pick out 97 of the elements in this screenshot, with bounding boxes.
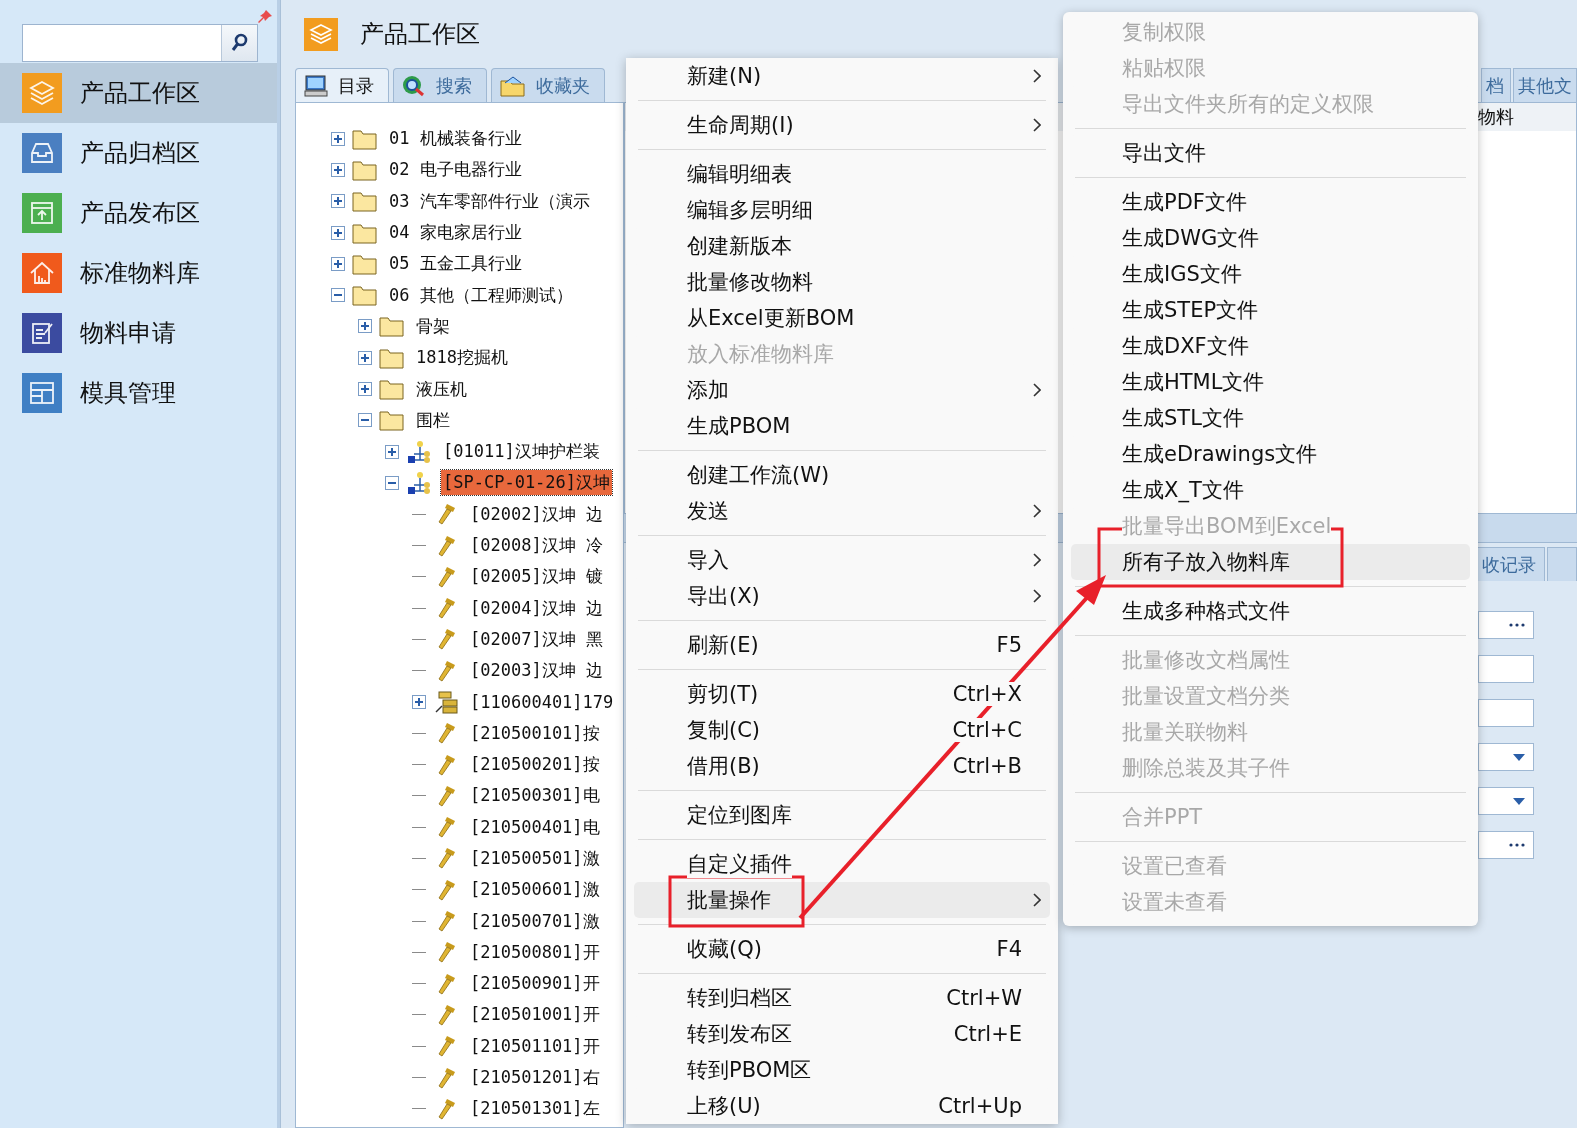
tree-item[interactable]: [210500101]按: [468, 720, 602, 746]
folder-icon: [379, 346, 405, 369]
tree-item[interactable]: 骨架: [414, 313, 452, 339]
tree-item[interactable]: 液压机: [414, 376, 469, 402]
tree-item[interactable]: [210501201]右: [468, 1065, 602, 1091]
nav-icon: [22, 373, 62, 413]
tab[interactable]: 目录: [295, 68, 389, 102]
tree-item[interactable]: [01011]汉坤护栏装: [441, 439, 602, 465]
tree-item[interactable]: 06 其他（工程师测试）: [387, 282, 575, 308]
menu-item[interactable]: 批量操作: [634, 882, 1050, 918]
nav-icon: [22, 133, 62, 173]
search-field[interactable]: [22, 24, 258, 62]
tree-item[interactable]: [210500701]激: [468, 908, 602, 934]
tree-item[interactable]: 03 汽车零部件行业（演示: [387, 188, 592, 214]
expander-icon[interactable]: [331, 256, 345, 271]
folder-icon: [379, 315, 405, 338]
search-button[interactable]: [221, 25, 257, 61]
globe-search-icon: [402, 74, 426, 97]
input-field[interactable]: [1478, 655, 1534, 683]
ellipsis-icon[interactable]: [1509, 623, 1525, 627]
tree-item[interactable]: [110600401]179: [468, 691, 616, 713]
folder-icon: [352, 221, 378, 244]
tree-item[interactable]: [02004]汉坤 边: [468, 595, 605, 621]
expander-icon[interactable]: [331, 288, 345, 303]
tree-item[interactable]: [210500301]电: [468, 783, 602, 809]
expander-icon[interactable]: [385, 444, 399, 459]
expander-icon[interactable]: [331, 131, 345, 146]
assembly-icon: [406, 470, 432, 495]
folder-icon: [500, 74, 526, 97]
assembly-icon: [406, 439, 432, 464]
tree-item[interactable]: 02 电子电器行业: [387, 157, 524, 183]
search-icon: [230, 33, 249, 53]
tree-item[interactable]: [02005]汉坤 镀: [468, 564, 605, 590]
nav-icon: [22, 73, 62, 113]
tree-item[interactable]: [210501101]开: [468, 1033, 602, 1059]
computer-icon: [304, 74, 328, 97]
ellipsis-icon[interactable]: [1509, 843, 1525, 847]
tree-item[interactable]: 围栏: [414, 407, 452, 433]
tree-item[interactable]: [210500601]激: [468, 877, 602, 903]
tree-item[interactable]: [02002]汉坤 边: [468, 501, 605, 527]
menu-item[interactable]: 所有子放入物料库: [1071, 544, 1470, 580]
tree-item[interactable]: [210500201]按: [468, 752, 602, 778]
tree-item[interactable]: [210500901]开: [468, 971, 602, 997]
tree-item[interactable]: [210501001]开: [468, 1002, 602, 1028]
input-field[interactable]: [1478, 611, 1534, 639]
folder-icon: [379, 409, 405, 432]
nav-item[interactable]: 产品发布区: [0, 183, 277, 243]
tab[interactable]: 档: [1481, 68, 1511, 102]
nav-icon: [22, 193, 62, 233]
expander-icon[interactable]: [412, 695, 426, 709]
expander-icon[interactable]: [358, 350, 372, 365]
nav-item[interactable]: 产品工作区: [0, 63, 277, 123]
tree-item[interactable]: 04 家电家居行业: [387, 220, 524, 246]
expander-icon[interactable]: [358, 413, 372, 428]
tree-item[interactable]: [02007]汉坤 黑: [468, 626, 605, 652]
nav-item[interactable]: 物料申请: [0, 303, 277, 363]
expander-icon[interactable]: [358, 319, 372, 334]
tree-item[interactable]: [210500501]激: [468, 845, 602, 871]
expander-icon[interactable]: [331, 194, 345, 209]
tree-item[interactable]: [210500801]开: [468, 939, 602, 965]
input-field[interactable]: [1478, 743, 1534, 771]
folder-icon: [352, 190, 378, 213]
folder-icon: [352, 284, 378, 307]
stack-icon: [433, 690, 459, 714]
tree-item[interactable]: [210500401]电: [468, 814, 602, 840]
folder-icon: [352, 252, 378, 275]
workspace-title: 产品工作区: [360, 19, 480, 50]
expander-icon[interactable]: [385, 475, 399, 490]
folder-icon: [352, 127, 378, 150]
input-field[interactable]: [1478, 787, 1534, 815]
nav-item[interactable]: 产品归档区: [0, 123, 277, 183]
tree-item[interactable]: [210501301]左: [468, 1096, 602, 1122]
nav-item[interactable]: 标准物料库: [0, 243, 277, 303]
tree-item[interactable]: 1818挖掘机: [414, 345, 510, 371]
tab[interactable]: 其他文: [1513, 68, 1577, 102]
column-header: 物料: [1478, 105, 1514, 129]
input-field[interactable]: [1478, 831, 1534, 859]
tree-item[interactable]: 01 机械装备行业: [387, 126, 524, 152]
nav-icon: [22, 313, 62, 353]
nav-item[interactable]: 模具管理: [0, 363, 277, 423]
layers-icon: [304, 17, 338, 51]
folder-icon: [352, 158, 378, 181]
input-field[interactable]: [1478, 699, 1534, 727]
tab[interactable]: 搜索: [393, 68, 487, 102]
nav-icon: [22, 253, 62, 293]
expander-icon[interactable]: [331, 162, 345, 177]
expander-icon[interactable]: [358, 382, 372, 396]
pin-icon[interactable]: [258, 10, 272, 24]
dropdown-icon[interactable]: [1513, 797, 1525, 805]
tree-item[interactable]: 05 五金工具行业: [387, 251, 524, 277]
tree-item[interactable]: [02008]汉坤 冷: [468, 533, 605, 558]
tree-item[interactable]: [SP-CP-01-26]汉坤: [441, 470, 613, 496]
folder-icon: [379, 378, 405, 400]
expander-icon[interactable]: [331, 225, 345, 240]
tree-item[interactable]: [02003]汉坤 边: [468, 658, 605, 684]
tab[interactable]: 收藏夹: [491, 68, 605, 102]
dropdown-icon[interactable]: [1513, 753, 1525, 761]
